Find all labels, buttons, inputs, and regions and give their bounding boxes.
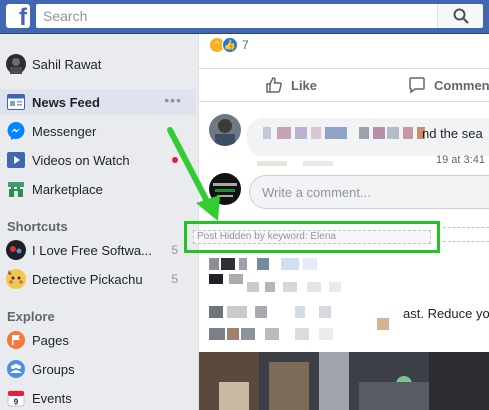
- profile-avatar: [6, 54, 26, 74]
- sidebar-shortcut-item[interactable]: Detective Pickachu 5: [0, 266, 196, 292]
- reaction-count: 7: [242, 38, 249, 52]
- sidebar-shortcut-item[interactable]: I Love Free Softwa... 5: [0, 237, 196, 263]
- hidden-post-notice-extension: [443, 227, 489, 242]
- sidebar-item-label: Pages: [32, 332, 69, 348]
- like-label: Like: [291, 77, 318, 93]
- post-photo-image: [199, 352, 489, 410]
- marketplace-shop-icon: [6, 179, 26, 199]
- search-input[interactable]: Search: [36, 4, 437, 28]
- explore-heading: Explore: [7, 309, 55, 324]
- sidebar-item-label: I Love Free Softwa...: [32, 242, 152, 258]
- hidden-post-highlight: Post Hidden by keyword: Elena: [184, 221, 440, 253]
- groups-icon: [6, 359, 26, 379]
- thumbs-up-icon: [266, 77, 282, 93]
- comment-label: Comment: [434, 77, 489, 93]
- sidebar-item-label: Videos on Watch: [32, 152, 130, 168]
- search-button[interactable]: [437, 4, 483, 28]
- shortcuts-heading: Shortcuts: [7, 219, 68, 234]
- calendar-icon: 9: [6, 388, 26, 408]
- comment-text: nd the sea: [422, 126, 483, 141]
- sidebar-item-pages[interactable]: Pages: [0, 327, 196, 353]
- comment-timestamp[interactable]: 19 at 3:41: [436, 154, 485, 166]
- sidebar-item-profile[interactable]: Sahil Rawat: [0, 51, 196, 77]
- news-feed-icon: [6, 92, 26, 112]
- comment-bubble-icon: [409, 77, 425, 94]
- pikachu-avatar-icon: [6, 269, 26, 289]
- sidebar-item-events[interactable]: 9 Events: [0, 385, 196, 410]
- more-options-icon[interactable]: •••: [164, 93, 182, 107]
- sidebar-item-news-feed[interactable]: News Feed •••: [0, 89, 196, 115]
- video-play-icon: [6, 150, 26, 170]
- sidebar-item-label: Messenger: [32, 123, 97, 139]
- events-date-badge: 9: [14, 398, 19, 407]
- sidebar-item-label: Detective Pickachu: [32, 271, 143, 287]
- search-icon: [453, 8, 469, 24]
- like-button[interactable]: Like: [265, 69, 317, 101]
- sidebar-item-label: Events: [32, 390, 72, 406]
- flag-icon: [6, 330, 26, 350]
- comment-button[interactable]: Comment: [408, 69, 489, 101]
- group-avatar-icon: [6, 240, 26, 260]
- comment-text-bubble: nd the sea: [247, 118, 489, 156]
- top-bar: f Search: [0, 0, 489, 34]
- messenger-icon: [6, 121, 26, 141]
- write-comment-input[interactable]: Write a comment...: [249, 175, 489, 209]
- post-action-bar: Like Comment: [199, 68, 489, 102]
- reaction-summary[interactable]: ᵔ 👍 7: [209, 36, 249, 54]
- like-reaction-icon: 👍: [222, 37, 238, 53]
- facebook-logo-icon[interactable]: f: [6, 4, 30, 30]
- post-photo[interactable]: [199, 352, 489, 410]
- unread-count: 5: [171, 272, 178, 286]
- sidebar-item-label: News Feed: [32, 94, 100, 110]
- sidebar-item-label: Sahil Rawat: [32, 56, 102, 72]
- sidebar-item-label: Marketplace: [32, 181, 103, 197]
- hidden-post-notice[interactable]: Post Hidden by keyword: Elena: [193, 230, 431, 244]
- post-text: ast. Reduce yo: [403, 306, 489, 321]
- annotation-arrow-icon: [167, 127, 220, 221]
- unread-count: 5: [171, 243, 178, 257]
- sidebar-item-label: Groups: [32, 361, 75, 377]
- comment-item: nd the sea 19 at 3:41: [199, 114, 489, 166]
- sidebar-item-groups[interactable]: Groups: [0, 356, 196, 382]
